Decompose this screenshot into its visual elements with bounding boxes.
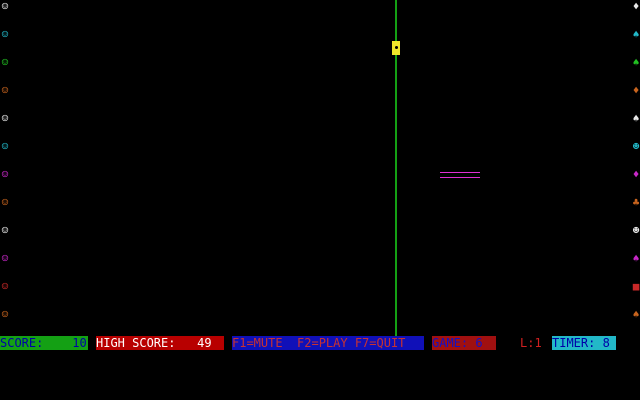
paddle (440, 172, 480, 178)
score-display: SCORE: 10 (0, 336, 88, 350)
face-icon: ☻ (632, 224, 640, 237)
playfield: ☺ ☺ ☺ ☺ ☺ ☺ ☺ ☺ ☺ ☺ ☺ ☺ ♦ ♠ ♠ ♦ ♠ ☻ ♦ ♣ ☻ ♠ ■ ♠ (0, 0, 640, 336)
game-counter: GAME: 6 (432, 336, 496, 350)
function-keys-hint: F1=MUTE F2=PLAY F7=QUIT (232, 336, 424, 350)
face-icon: ☺ (1, 280, 9, 293)
face-icon: ☻ (632, 140, 640, 153)
face-icon: ☺ (1, 224, 9, 237)
spade-icon: ♠ (632, 308, 640, 321)
status-bar: SCORE: 10 HIGH SCORE: 49 F1=MUTE F2=PLAY… (0, 336, 640, 350)
diamond-icon: ♦ (632, 168, 640, 181)
high-score-display: HIGH SCORE: 49 (96, 336, 224, 350)
face-icon: ☺ (1, 308, 9, 321)
spade-icon: ♠ (632, 112, 640, 125)
face-icon: ☺ (1, 168, 9, 181)
spade-icon: ♠ (632, 28, 640, 41)
right-target-column: ♦ ♠ ♠ ♦ ♠ ☻ ♦ ♣ ☻ ♠ ■ ♠ (631, 0, 640, 336)
ball (392, 41, 400, 55)
club-icon: ♣ (632, 196, 640, 209)
face-icon: ☺ (1, 0, 9, 13)
spade-icon: ♠ (632, 252, 640, 265)
level-indicator: L:1 (520, 336, 544, 350)
face-icon: ☺ (1, 112, 9, 125)
timer-display: TIMER: 8 (552, 336, 616, 350)
face-icon: ☺ (1, 140, 9, 153)
face-icon: ☺ (1, 56, 9, 69)
left-target-column: ☺ ☺ ☺ ☺ ☺ ☺ ☺ ☺ ☺ ☺ ☺ ☺ (0, 0, 10, 336)
diamond-icon: ♦ (632, 84, 640, 97)
face-icon: ☺ (1, 252, 9, 265)
face-icon: ☺ (1, 28, 9, 41)
square-icon: ■ (632, 280, 640, 293)
face-icon: ☺ (1, 196, 9, 209)
spade-icon: ♠ (632, 56, 640, 69)
face-icon: ☺ (1, 84, 9, 97)
diamond-icon: ♦ (632, 0, 640, 13)
